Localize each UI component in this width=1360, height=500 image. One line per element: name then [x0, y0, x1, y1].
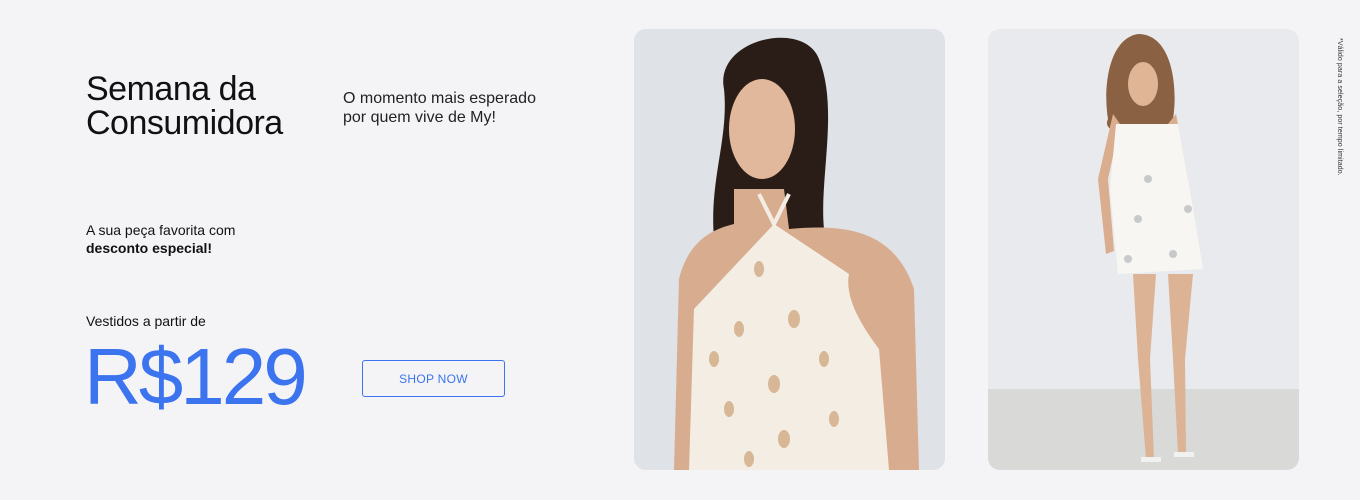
price-prefix: Vestidos a partir de — [86, 313, 206, 329]
discount-line-2: desconto especial! — [86, 240, 213, 256]
campaign-title-line-1: Semana da — [86, 70, 256, 108]
disclaimer-text: *Válido para a seleção, por tempo limita… — [1336, 38, 1343, 176]
campaign-tagline: O momento mais esperado por quem vive de… — [343, 89, 573, 127]
model-strap-mini-dress-photo[interactable] — [988, 29, 1299, 470]
tagline-line-2: por quem vive de My! — [343, 109, 496, 126]
campaign-title-line-2: Consumidora — [86, 104, 283, 142]
model-halter-dress-photo[interactable] — [634, 29, 945, 470]
shop-now-button[interactable]: SHOP NOW — [362, 360, 505, 397]
tagline-line-1: O momento mais esperado — [343, 90, 536, 107]
discount-text: A sua peça favorita com desconto especia… — [86, 221, 235, 257]
discount-line-1: A sua peça favorita com — [86, 222, 236, 238]
price-value: R$129 — [84, 332, 308, 421]
campaign-title: Semana da Consumidora — [86, 72, 326, 140]
